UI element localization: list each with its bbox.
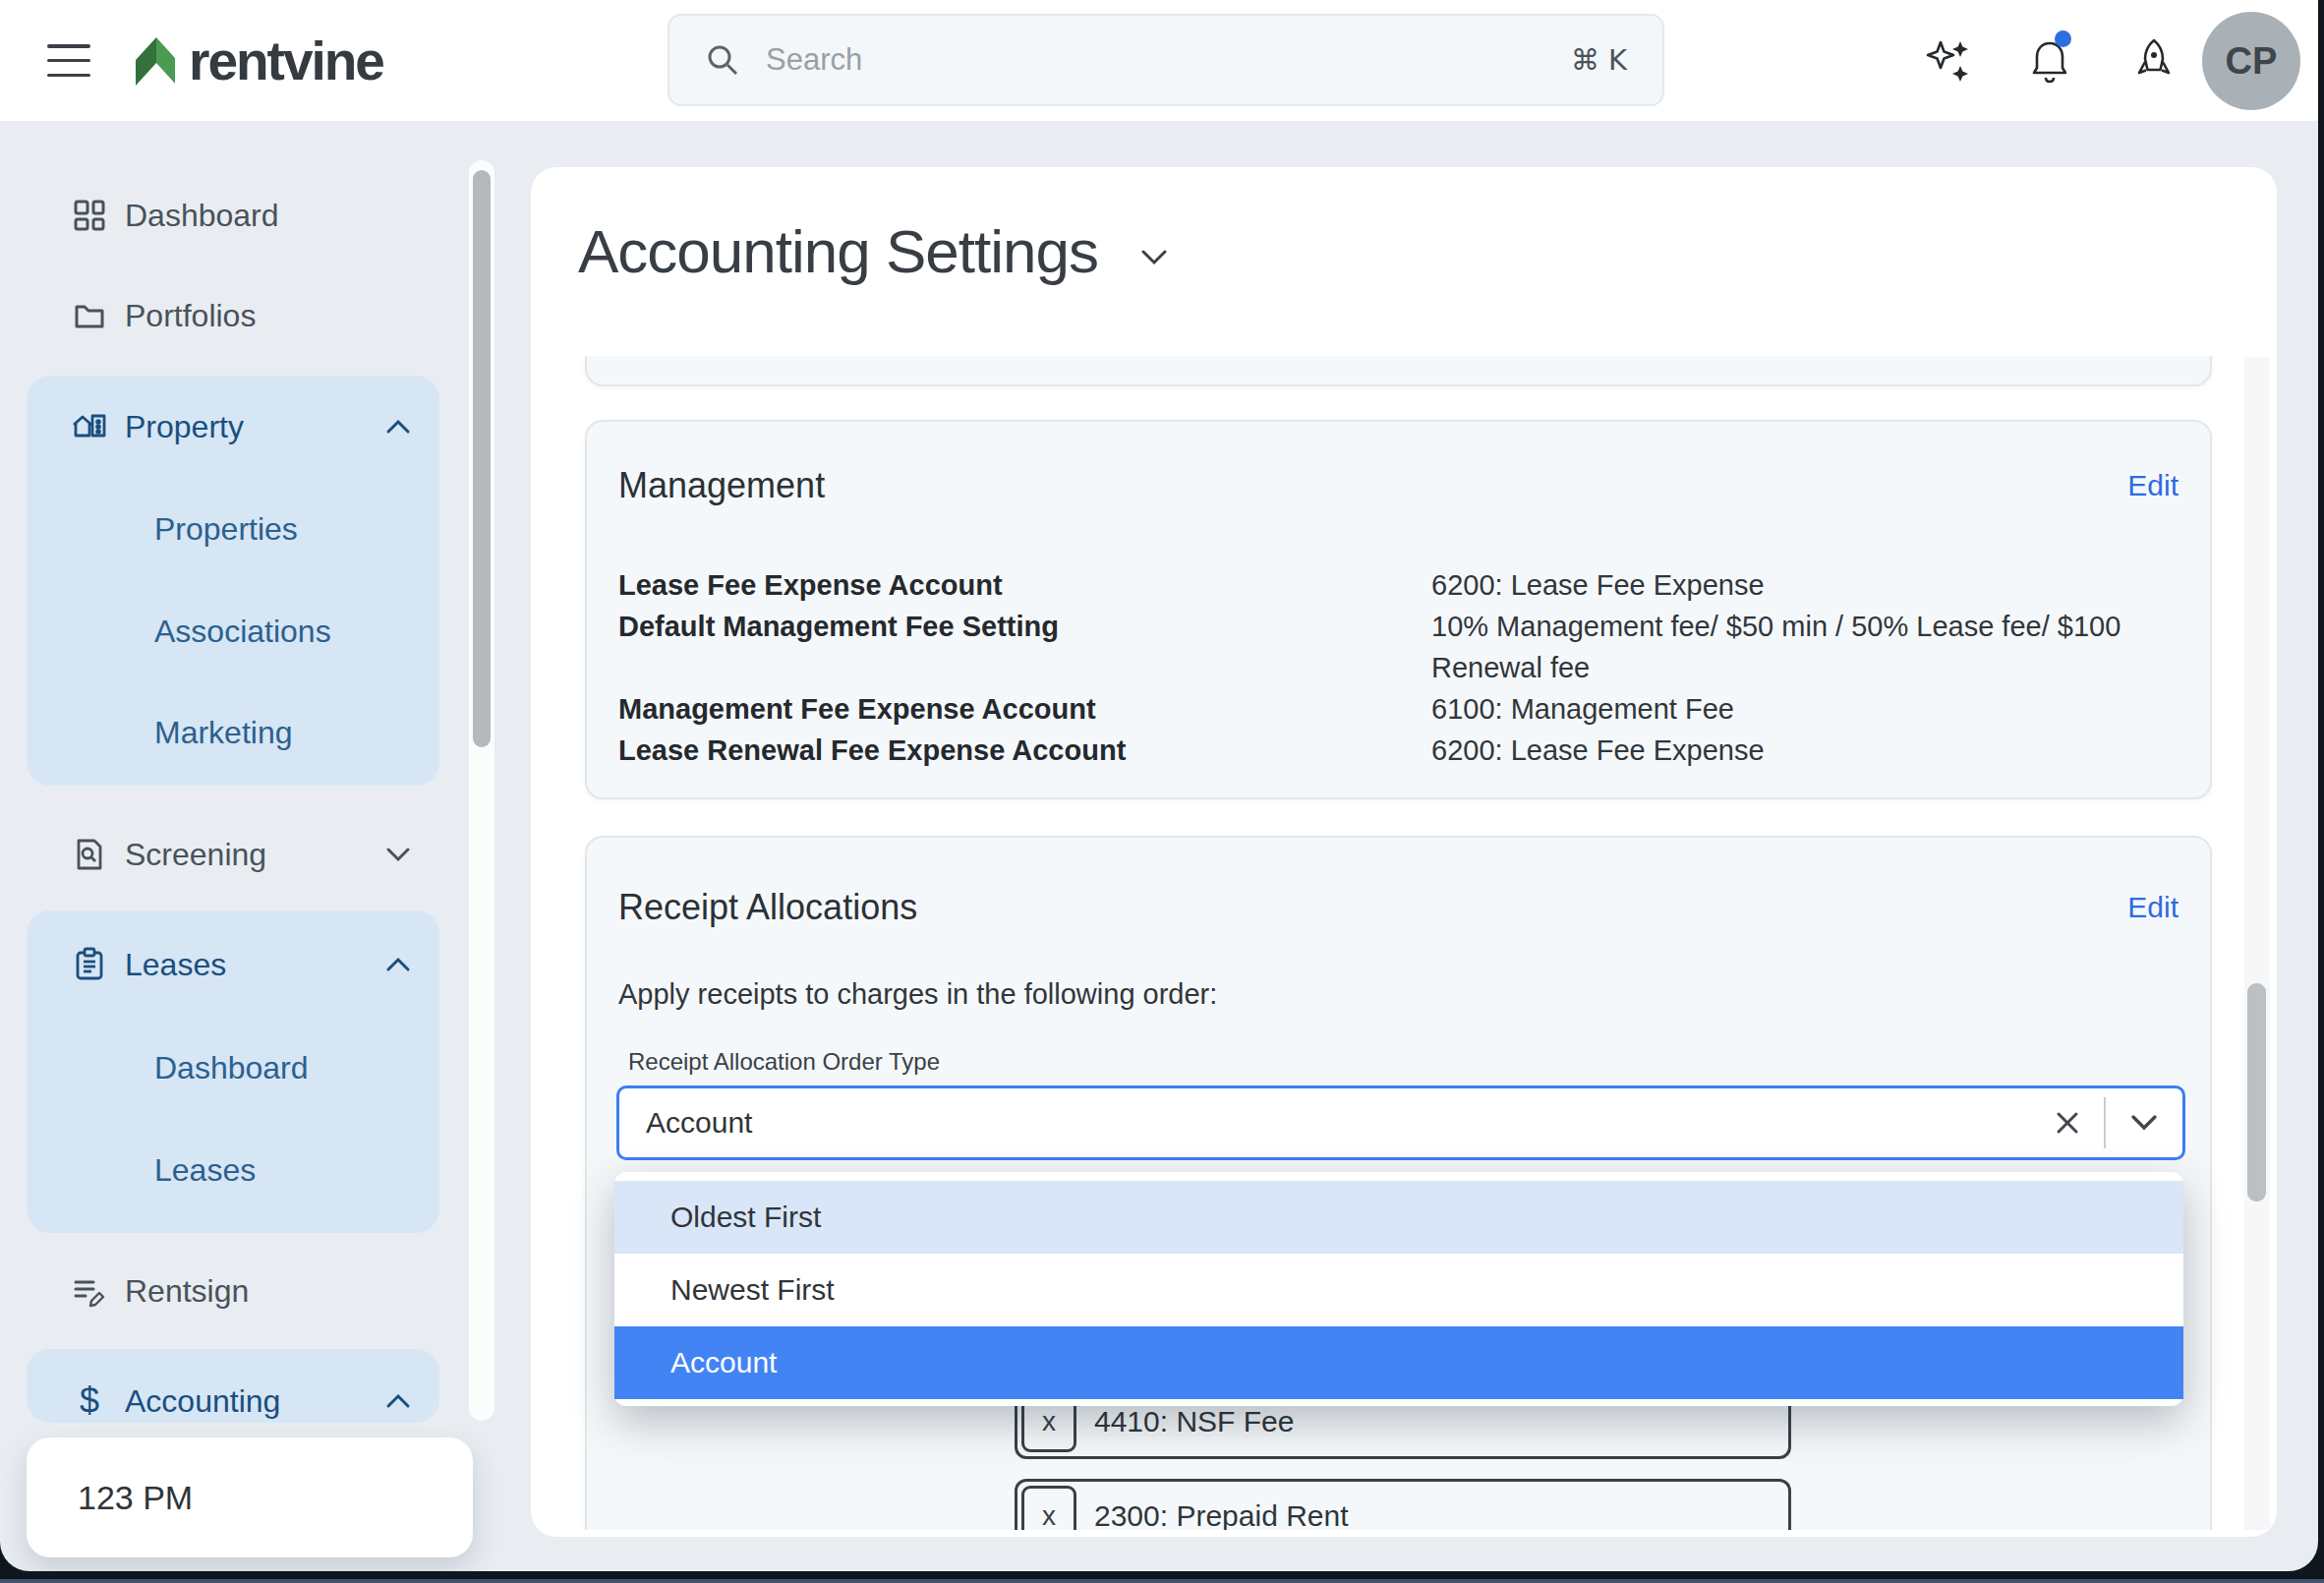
- notifications-button[interactable]: [2025, 36, 2074, 86]
- page-title: Accounting Settings: [578, 216, 1098, 286]
- select-chevron-down-icon[interactable]: [2129, 1113, 2159, 1133]
- chevron-down-icon: [385, 847, 411, 862]
- sidebar: Dashboard Portfolios Property Properties…: [0, 121, 511, 1571]
- receipt-allocations-edit-link[interactable]: Edit: [2127, 891, 2179, 924]
- avatar-initials: CP: [2226, 40, 2278, 83]
- sidebar-scrollbar-track[interactable]: [469, 160, 494, 1421]
- management-rows: Lease Fee Expense Account 6200: Lease Fe…: [618, 564, 2179, 771]
- time-card: 123 PM: [27, 1437, 473, 1557]
- main-scrollbar-track[interactable]: [2244, 357, 2270, 1530]
- dropdown-option-account[interactable]: Account: [614, 1326, 2183, 1399]
- receipt-allocations-heading: Receipt Allocations: [618, 887, 917, 928]
- page-title-row: Accounting Settings: [578, 216, 1169, 286]
- select-value: Account: [646, 1106, 2053, 1140]
- previous-section-card: [585, 356, 2212, 386]
- chevron-up-icon: [385, 419, 411, 435]
- sparkles-icon[interactable]: [1923, 36, 1972, 86]
- window-bottom-edge: [0, 1579, 2324, 1583]
- remove-chip-button[interactable]: x: [1021, 1486, 1076, 1530]
- sidebar-item-leases-leases[interactable]: Leases: [27, 1119, 439, 1221]
- order-type-dropdown-menu: Oldest First Newest First Account: [614, 1172, 2183, 1406]
- search-input[interactable]: Search ⌘ K: [668, 14, 1664, 106]
- sidebar-item-property[interactable]: Property: [27, 376, 439, 478]
- menu-icon[interactable]: [47, 44, 90, 77]
- sidebar-item-marketing[interactable]: Marketing: [27, 681, 439, 784]
- rentvine-logo[interactable]: rentvine: [130, 25, 383, 97]
- sidebar-item-screening[interactable]: Screening: [27, 803, 439, 906]
- management-row: Management Fee Expense Account 6100: Man…: [618, 688, 2179, 730]
- chevron-up-icon: [385, 957, 411, 972]
- title-chevron-down-icon[interactable]: [1139, 248, 1169, 267]
- apply-order-description: Apply receipts to charges in the followi…: [618, 978, 1217, 1011]
- leases-icon: [71, 946, 108, 983]
- dashboard-icon: [71, 197, 108, 234]
- management-row: Lease Fee Expense Account 6200: Lease Fe…: [618, 564, 2179, 606]
- scroll-viewport: Management Edit Lease Fee Expense Accoun…: [531, 356, 2277, 1530]
- sidebar-item-properties[interactable]: Properties: [27, 478, 439, 580]
- rentvine-leaf-icon: [130, 25, 179, 97]
- top-bar: rentvine Search ⌘ K CP: [0, 0, 2318, 121]
- allocation-chip: x 2300: Prepaid Rent: [1015, 1479, 1791, 1530]
- time-label: 123 PM: [78, 1479, 193, 1517]
- sidebar-item-leases[interactable]: Leases: [27, 913, 439, 1016]
- main-content-card: Accounting Settings Management Edit Leas…: [531, 167, 2277, 1537]
- screening-icon: [71, 836, 108, 873]
- dropdown-option-newest-first[interactable]: Newest First: [614, 1254, 2183, 1326]
- app-window: rentvine Search ⌘ K CP: [0, 0, 2318, 1571]
- logo-text: rentvine: [189, 29, 383, 92]
- order-type-select[interactable]: Account: [616, 1085, 2185, 1160]
- dropdown-option-oldest-first[interactable]: Oldest First: [614, 1181, 2183, 1254]
- sidebar-item-rentsign[interactable]: Rentsign: [27, 1240, 439, 1342]
- accounting-icon: $: [71, 1382, 108, 1420]
- rentsign-icon: [71, 1272, 108, 1310]
- management-edit-link[interactable]: Edit: [2127, 469, 2179, 502]
- rocket-icon[interactable]: [2129, 36, 2179, 86]
- search-placeholder: Search: [766, 42, 1571, 78]
- management-heading: Management: [618, 465, 825, 506]
- property-icon: [71, 408, 108, 445]
- notification-dot: [2055, 30, 2071, 47]
- order-type-field-label: Receipt Allocation Order Type: [628, 1048, 940, 1076]
- sidebar-item-leases-dashboard[interactable]: Dashboard: [27, 1017, 439, 1119]
- select-divider: [2104, 1097, 2106, 1148]
- management-row: Lease Renewal Fee Expense Account 6200: …: [618, 730, 2179, 771]
- management-row: Default Management Fee Setting 10% Manag…: [618, 606, 2179, 688]
- search-shortcut: ⌘ K: [1571, 43, 1627, 77]
- search-icon: [705, 42, 740, 78]
- clear-icon[interactable]: [2053, 1108, 2082, 1138]
- chevron-up-icon: [385, 1393, 411, 1409]
- avatar[interactable]: CP: [2202, 12, 2300, 110]
- sidebar-item-portfolios[interactable]: Portfolios: [27, 264, 439, 367]
- sidebar-item-associations[interactable]: Associations: [27, 580, 439, 682]
- management-card: Management Edit Lease Fee Expense Accoun…: [585, 420, 2212, 799]
- portfolios-icon: [71, 297, 108, 334]
- main-scrollbar-thumb[interactable]: [2247, 983, 2266, 1202]
- sidebar-scrollbar-thumb[interactable]: [473, 170, 491, 747]
- sidebar-item-dashboard[interactable]: Dashboard: [27, 164, 439, 266]
